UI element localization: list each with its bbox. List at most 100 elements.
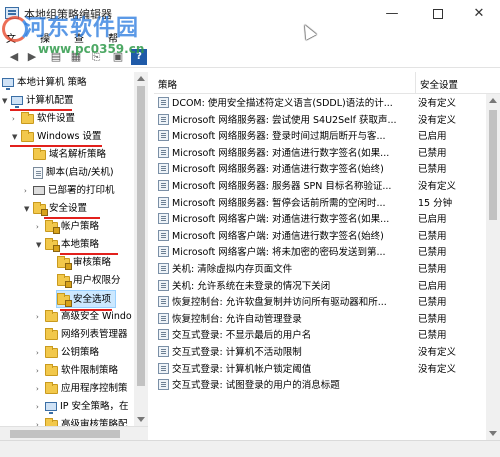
policy-name-cell: Microsoft 网络客户端: 对通信进行数字签名(如果...: [158, 212, 413, 229]
collapse-icon[interactable]: ▼: [24, 200, 33, 218]
expand-icon[interactable]: ›: [36, 218, 45, 236]
scroll-up-icon[interactable]: [137, 76, 145, 81]
minimize-button[interactable]: —: [370, 0, 414, 28]
security-folder-icon: [45, 237, 60, 252]
policy-icon: [158, 180, 169, 191]
scrollbar-thumb[interactable]: [10, 430, 120, 438]
policy-list: 策略 安全设置 DCOM: 使用安全描述符定义语言(SDDL)语法的计... 没有…: [154, 72, 500, 440]
tree-item-network-list[interactable]: 网络列表管理器: [36, 326, 128, 344]
scroll-up-icon[interactable]: [489, 98, 497, 103]
security-setting-cell: 没有定义: [418, 98, 457, 109]
policy-name: Microsoft 网络客户端: 将未加密的密码发送到第...: [172, 247, 386, 259]
list-vertical-scrollbar[interactable]: [486, 94, 500, 440]
policy-icon: [158, 196, 169, 208]
policy-name: 交互式登录: 不显示最后的用户名: [172, 330, 312, 342]
tree-item-local-policy[interactable]: ▼ 本地策略: [36, 236, 99, 254]
collapse-icon[interactable]: ▼: [12, 128, 21, 146]
policy-icon: [158, 346, 169, 357]
column-header-setting[interactable]: 安全设置: [420, 77, 458, 91]
policy-name-cell: DCOM: 使用安全描述符定义语言(SDDL)语法的计...: [158, 96, 413, 113]
tree-item-security-settings[interactable]: ▼ 安全设置: [24, 200, 87, 218]
policy-name: Microsoft 网络服务器: 暂停会话前所需的空闲时...: [172, 197, 386, 209]
tree-item-windows-settings[interactable]: ▼ Windows 设置: [12, 128, 101, 146]
tree-item-app-control[interactable]: › 应用程序控制策: [36, 380, 128, 398]
scrollbar-thumb[interactable]: [137, 86, 145, 386]
tree-item-user-rights[interactable]: 用户权限分: [48, 272, 121, 290]
table-row[interactable]: 恢复控制台: 允许自动管理登录 已禁用: [154, 312, 486, 329]
column-divider[interactable]: [415, 72, 416, 94]
collapse-icon[interactable]: ▼: [36, 236, 45, 254]
expand-icon[interactable]: ›: [24, 182, 33, 200]
scroll-down-icon[interactable]: [137, 417, 145, 422]
security-setting-cell: 已启用: [418, 280, 447, 292]
policy-name-cell: Microsoft 网络服务器: 登录时间过期后断开与客...: [158, 129, 413, 146]
table-row[interactable]: Microsoft 网络服务器: 尝试使用 S4U2Self 获取声... 没有定…: [154, 113, 486, 130]
expand-icon[interactable]: ›: [36, 344, 45, 362]
tree-item-public-key[interactable]: › 公钥策略: [36, 344, 99, 362]
expand-icon[interactable]: ›: [36, 362, 45, 380]
expand-icon[interactable]: ›: [36, 308, 45, 326]
policy-name-cell: Microsoft 网络服务器: 对通信进行数字签名(如果...: [158, 146, 413, 163]
table-row[interactable]: 交互式登录: 计算机不活动限制 没有定义: [154, 345, 486, 362]
table-row[interactable]: Microsoft 网络客户端: 对通信进行数字签名(如果... 已启用: [154, 212, 486, 229]
security-setting-cell: 已启用: [418, 214, 447, 226]
table-row[interactable]: DCOM: 使用安全描述符定义语言(SDDL)语法的计... 没有定义: [154, 96, 486, 113]
back-icon[interactable]: ◀: [6, 49, 22, 65]
tree-root[interactable]: 本地计算机 策略: [2, 74, 87, 92]
tree-item-ip-security[interactable]: › IP 安全策略，在: [36, 398, 129, 416]
tree-item-name-resolution[interactable]: 域名解析策略: [24, 146, 106, 164]
policy-icon: [158, 263, 169, 274]
tree-item-security-options[interactable]: 安全选项: [56, 290, 117, 308]
tree-item-computer-config[interactable]: ▼ 计算机配置: [2, 92, 74, 110]
column-header-policy[interactable]: 策略: [158, 77, 177, 91]
table-row[interactable]: 恢复控制台: 允许软盘复制并访问所有驱动器和所... 已禁用: [154, 295, 486, 312]
scrollbar-thumb[interactable]: [489, 110, 497, 220]
security-setting-cell: 已禁用: [418, 247, 447, 259]
policy-name: 恢复控制台: 允许软盘复制并访问所有驱动器和所...: [172, 297, 387, 309]
policy-icon: [158, 113, 169, 125]
collapse-icon[interactable]: ▼: [2, 92, 11, 110]
table-row[interactable]: Microsoft 网络客户端: 对通信进行数字签名(始终) 已禁用: [154, 229, 486, 246]
table-row[interactable]: 交互式登录: 计算机帐户锁定阈值 没有定义: [154, 362, 486, 379]
table-row[interactable]: Microsoft 网络服务器: 对通信进行数字签名(如果... 已禁用: [154, 146, 486, 163]
watermark-text: 河东软件园: [24, 15, 140, 41]
maximize-button[interactable]: [416, 0, 460, 28]
scroll-down-icon[interactable]: [489, 431, 497, 436]
policy-name-cell: 关机: 清除虚拟内存页面文件: [158, 262, 413, 279]
tree-item-printers[interactable]: › 已部署的打印机: [24, 182, 115, 200]
table-row[interactable]: Microsoft 网络客户端: 将未加密的密码发送到第... 已禁用: [154, 245, 486, 262]
policy-name: Microsoft 网络服务器: 服务器 SPN 目标名称验证...: [172, 181, 392, 192]
table-row[interactable]: Microsoft 网络服务器: 暂停会话前所需的空闲时... 15 分钟: [154, 196, 486, 213]
table-row[interactable]: Microsoft 网络服务器: 服务器 SPN 目标名称验证... 没有定义: [154, 179, 486, 196]
tree-item-scripts[interactable]: 脚本(启动/关机): [24, 164, 114, 182]
policy-name: Microsoft 网络服务器: 登录时间过期后断开与客...: [172, 131, 386, 143]
policy-name: Microsoft 网络服务器: 对通信进行数字签名(如果...: [172, 147, 390, 159]
security-folder-icon: [33, 201, 48, 216]
policy-icon: [158, 329, 169, 341]
expand-icon[interactable]: ›: [36, 380, 45, 398]
policy-name-cell: 交互式登录: 计算机不活动限制: [158, 345, 413, 362]
policy-icon: [158, 97, 169, 108]
tree-item-software-settings[interactable]: › 软件设置: [12, 110, 75, 128]
policy-name: 关机: 清除虚拟内存页面文件: [172, 264, 293, 275]
table-row[interactable]: 交互式登录: 不显示最后的用户名 已禁用: [154, 328, 486, 345]
tree-item-audit-policy[interactable]: 审核策略: [48, 254, 111, 272]
annotation-underline: [60, 309, 112, 311]
tree-item-account-policy[interactable]: › 帐户策略: [36, 218, 99, 236]
policy-name-cell: 交互式登录: 计算机帐户锁定阈值: [158, 362, 413, 379]
table-row[interactable]: 关机: 清除虚拟内存页面文件 已禁用: [154, 262, 486, 279]
table-row[interactable]: 交互式登录: 试图登录的用户的消息标题: [154, 378, 486, 395]
expand-icon[interactable]: ›: [12, 110, 21, 128]
close-button[interactable]: ✕: [458, 0, 500, 28]
policy-icon: [158, 213, 169, 225]
maximize-icon: [433, 8, 443, 19]
table-row[interactable]: Microsoft 网络服务器: 对通信进行数字签名(始终) 已禁用: [154, 162, 486, 179]
policy-icon: [158, 246, 169, 258]
security-setting-cell: 已禁用: [418, 230, 447, 242]
tree-horizontal-scrollbar[interactable]: [0, 426, 148, 440]
table-row[interactable]: 关机: 允许系统在未登录的情况下关闭 已启用: [154, 279, 486, 296]
tree-vertical-scrollbar[interactable]: [134, 72, 148, 426]
table-row[interactable]: Microsoft 网络服务器: 登录时间过期后断开与客... 已启用: [154, 129, 486, 146]
expand-icon[interactable]: ›: [36, 398, 45, 416]
tree-item-software-restriction[interactable]: › 软件限制策略: [36, 362, 118, 380]
